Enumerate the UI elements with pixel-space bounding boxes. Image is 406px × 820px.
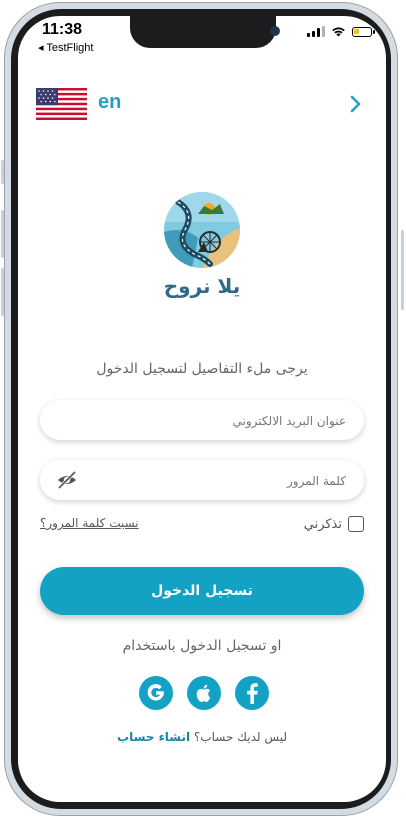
facebook-icon (247, 683, 258, 704)
chevron-right-icon[interactable] (342, 88, 370, 120)
volume-up-button (1, 210, 4, 258)
power-button (401, 230, 404, 310)
facebook-login-button[interactable] (235, 676, 269, 710)
google-login-button[interactable] (139, 676, 173, 710)
cellular-signal-icon (307, 26, 325, 37)
app-screen: 11:38 ◂ TestFlight en يلا نروح يرجى ملء … (18, 16, 386, 802)
social-login-buttons (139, 676, 269, 710)
battery-icon (352, 26, 375, 37)
email-field[interactable] (40, 400, 364, 440)
remember-me-checkbox[interactable] (348, 516, 364, 532)
front-camera-icon (270, 26, 280, 36)
social-login-caption: او تسجيل الدخول باستخدام (122, 638, 282, 654)
password-input[interactable] (86, 470, 348, 492)
wifi-icon (332, 27, 345, 37)
signup-row: ليس لديك حساب؟ انشاء حساب (18, 730, 386, 744)
app-logo-image (164, 192, 240, 268)
eye-slash-icon[interactable] (56, 470, 78, 490)
password-field[interactable] (40, 460, 364, 500)
us-flag-icon (36, 88, 87, 120)
create-account-link[interactable]: انشاء حساب (117, 730, 190, 744)
google-icon (147, 684, 164, 701)
apple-login-button[interactable] (187, 676, 221, 710)
language-code: en (98, 91, 122, 113)
email-input[interactable] (86, 410, 348, 432)
form-instruction: يرجى ملء التفاصيل لتسجيل الدخول (96, 361, 308, 377)
status-icons (307, 26, 375, 37)
back-to-testflight-link[interactable]: ◂ TestFlight (38, 41, 93, 54)
login-button[interactable]: تسجيل الدخول (40, 567, 364, 615)
language-selector[interactable]: en (36, 88, 366, 120)
signup-prompt: ليس لديك حساب؟ (193, 730, 287, 744)
status-time: 11:38 (42, 21, 83, 38)
app-logo-text: يلا نروح (163, 274, 241, 298)
volume-down-button (1, 268, 4, 316)
remember-me-label: تذكرني (303, 516, 342, 532)
remember-me-row[interactable]: تذكرني (304, 516, 364, 532)
forgot-password-link[interactable]: نسيت كلمة المرور؟ (40, 516, 139, 530)
apple-icon (196, 684, 211, 702)
mute-switch (1, 160, 4, 184)
notch (130, 16, 280, 48)
